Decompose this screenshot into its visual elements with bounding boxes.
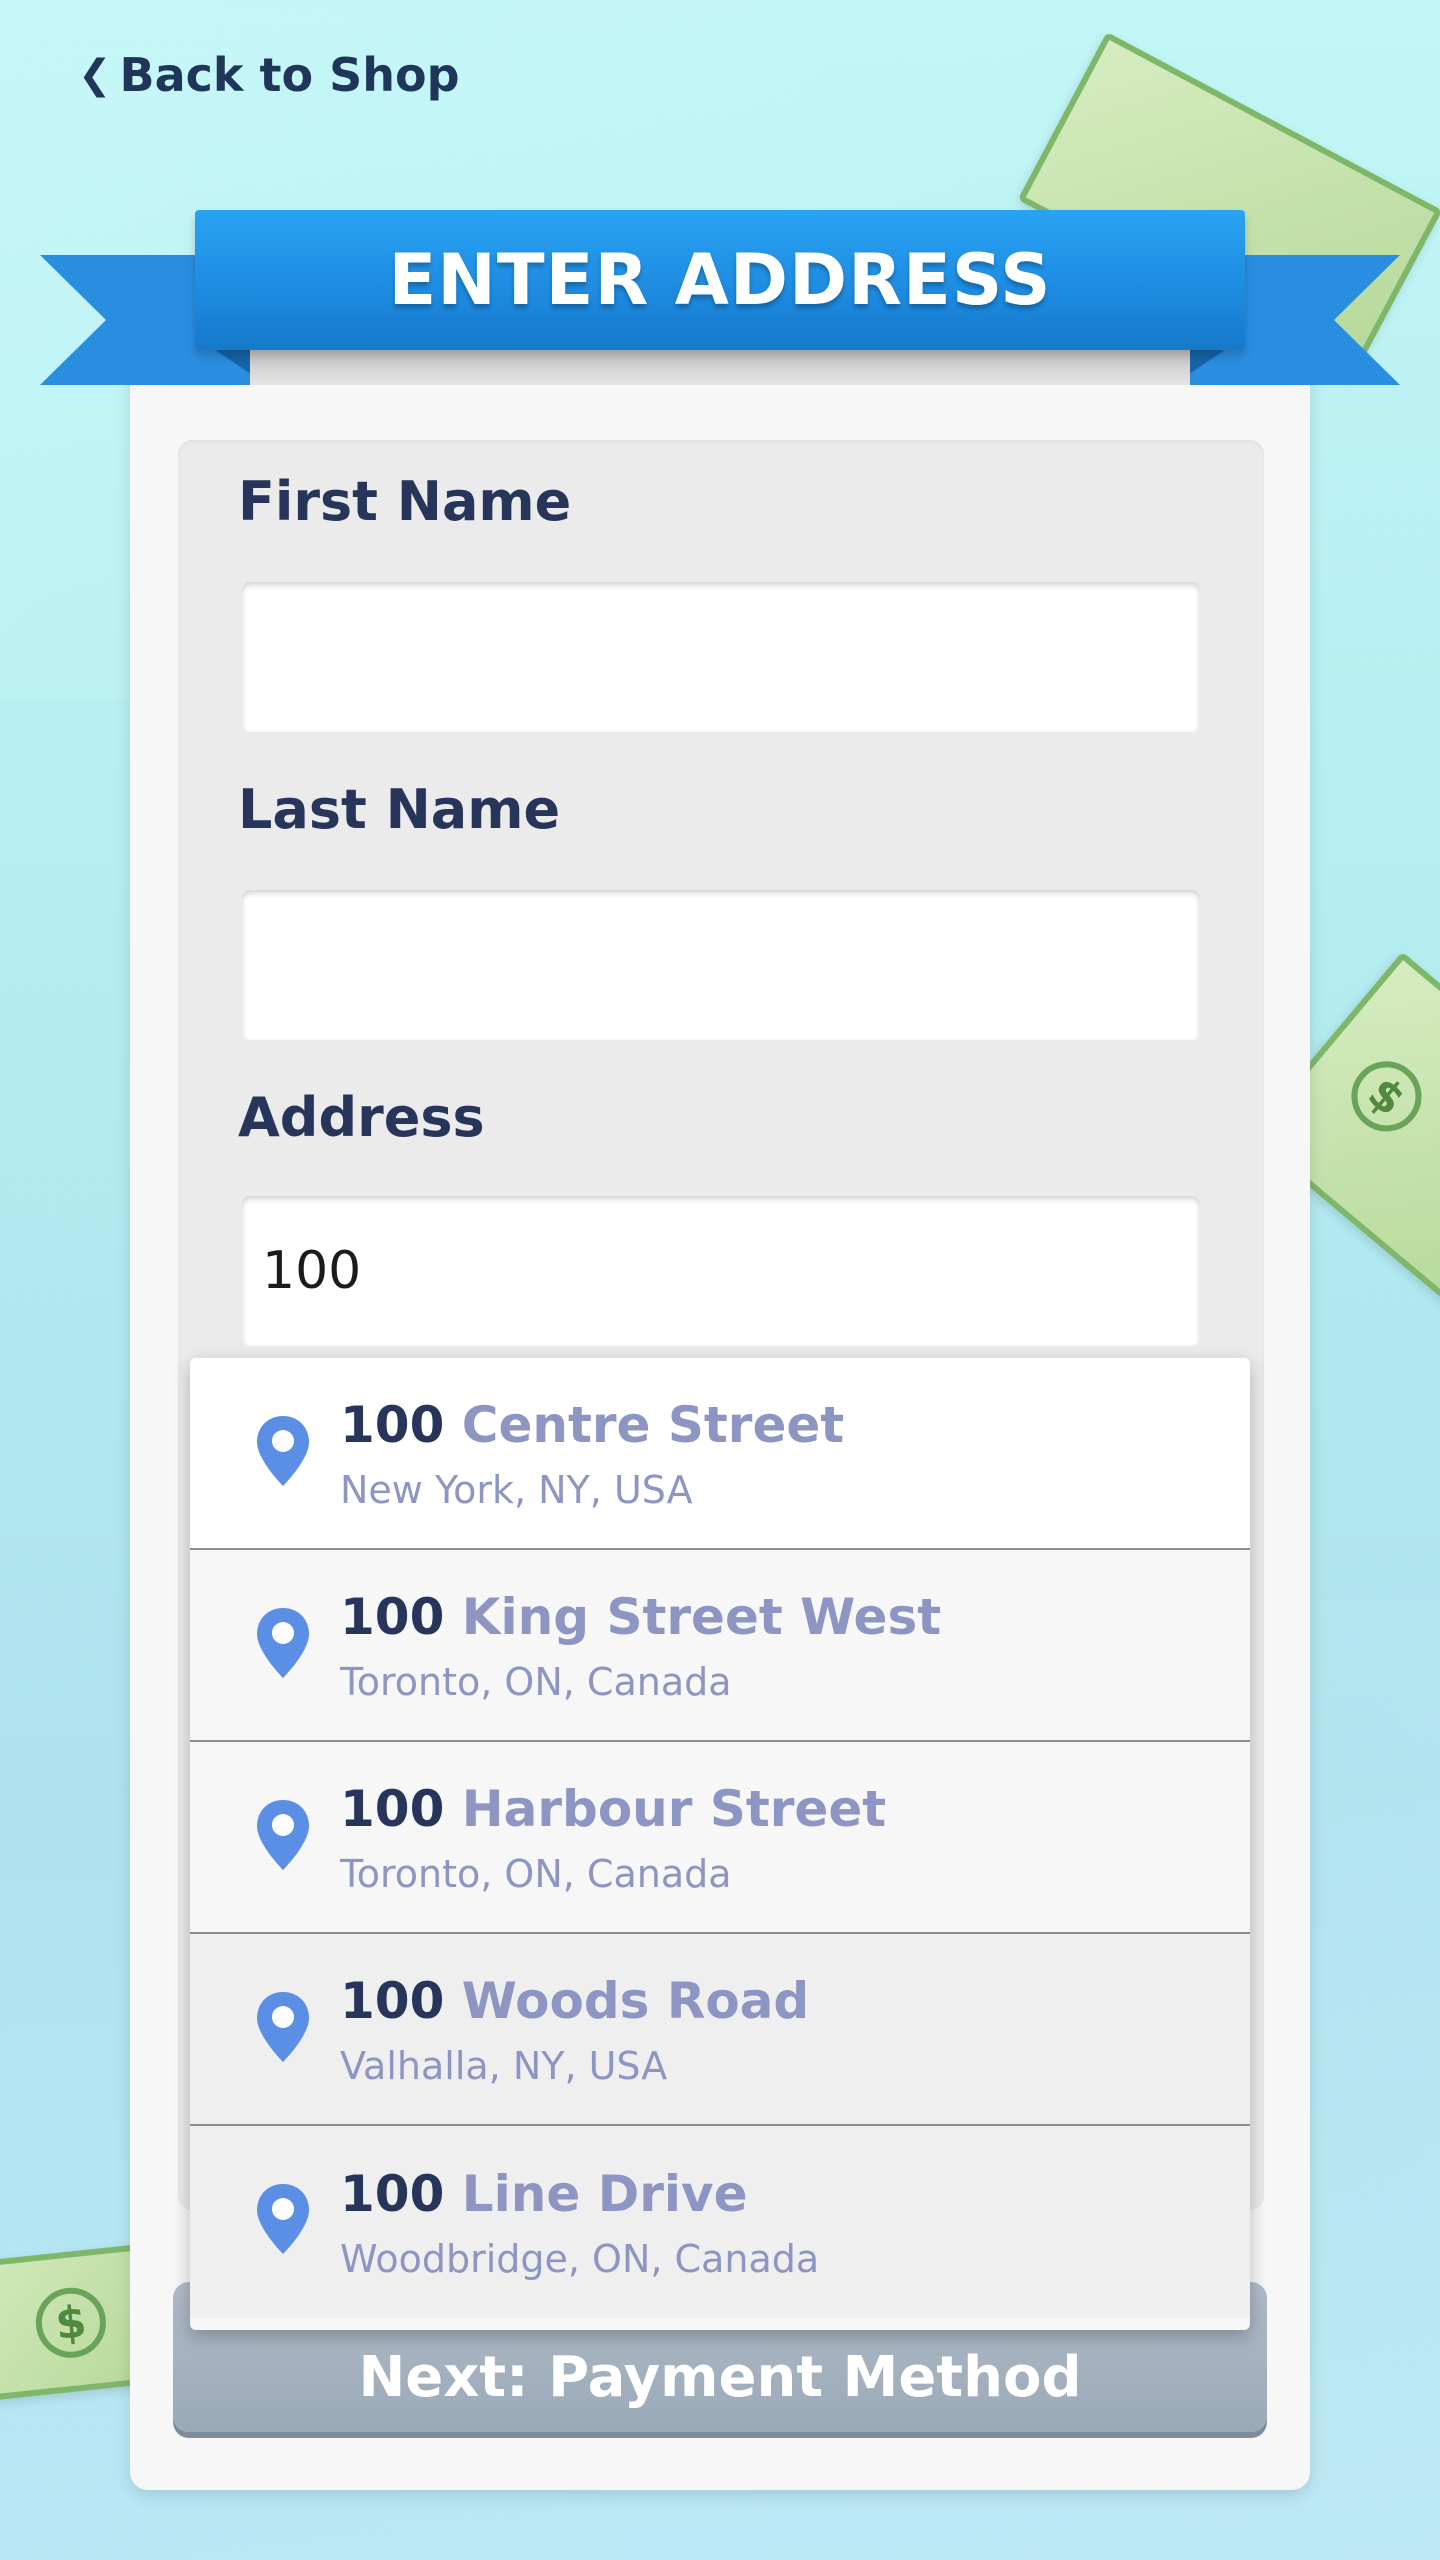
suggestion-street: Harbour Street (461, 1780, 887, 1838)
address-suggestions-dropdown: 100 Centre Street New York, NY, USA 100 … (190, 1358, 1250, 2330)
address-suggestion[interactable]: 100 Centre Street New York, NY, USA (190, 1358, 1250, 1550)
map-pin-icon (257, 1608, 309, 1678)
suggestion-number: 100 (340, 1396, 445, 1454)
map-pin-icon (257, 2184, 309, 2254)
last-name-label: Last Name (238, 778, 561, 841)
suggestion-street: Centre Street (461, 1396, 845, 1454)
suggestion-number: 100 (340, 1588, 445, 1646)
address-field[interactable] (242, 1196, 1200, 1346)
map-pin-icon (257, 1416, 309, 1486)
suggestion-number: 100 (340, 2165, 445, 2223)
title-banner: ENTER ADDRESS (195, 210, 1245, 350)
first-name-label: First Name (238, 470, 572, 533)
ribbon-shadow (250, 345, 1190, 385)
address-suggestion[interactable]: 100 King Street West Toronto, ON, Canada (190, 1550, 1250, 1742)
suggestion-street: Woods Road (461, 1972, 810, 2030)
suggestion-street: Line Drive (461, 2165, 748, 2223)
suggestion-locality: Toronto, ON, Canada (340, 1660, 732, 1704)
chevron-left-icon: ❮ (78, 52, 112, 98)
suggestion-locality: Woodbridge, ON, Canada (340, 2237, 820, 2281)
address-suggestion[interactable]: 100 Harbour Street Toronto, ON, Canada (190, 1742, 1250, 1934)
suggestion-locality: New York, NY, USA (340, 1468, 693, 1512)
back-to-shop-label: Back to Shop (119, 48, 460, 102)
page-title: ENTER ADDRESS (388, 239, 1052, 321)
suggestion-locality: Valhalla, NY, USA (340, 2044, 668, 2088)
map-pin-icon (257, 1800, 309, 1870)
suggestion-locality: Toronto, ON, Canada (340, 1852, 732, 1896)
back-to-shop-link[interactable]: ❮ Back to Shop (78, 48, 460, 102)
address-label: Address (238, 1086, 485, 1149)
last-name-field[interactable] (242, 890, 1200, 1040)
address-suggestion[interactable]: 100 Woods Road Valhalla, NY, USA (190, 1934, 1250, 2126)
first-name-field[interactable] (242, 582, 1200, 732)
map-pin-icon (257, 1992, 309, 2062)
suggestion-number: 100 (340, 1972, 445, 2030)
suggestion-street: King Street West (461, 1588, 942, 1646)
suggestion-number: 100 (340, 1780, 445, 1838)
address-suggestion[interactable]: 100 Line Drive Woodbridge, ON, Canada (190, 2126, 1250, 2318)
